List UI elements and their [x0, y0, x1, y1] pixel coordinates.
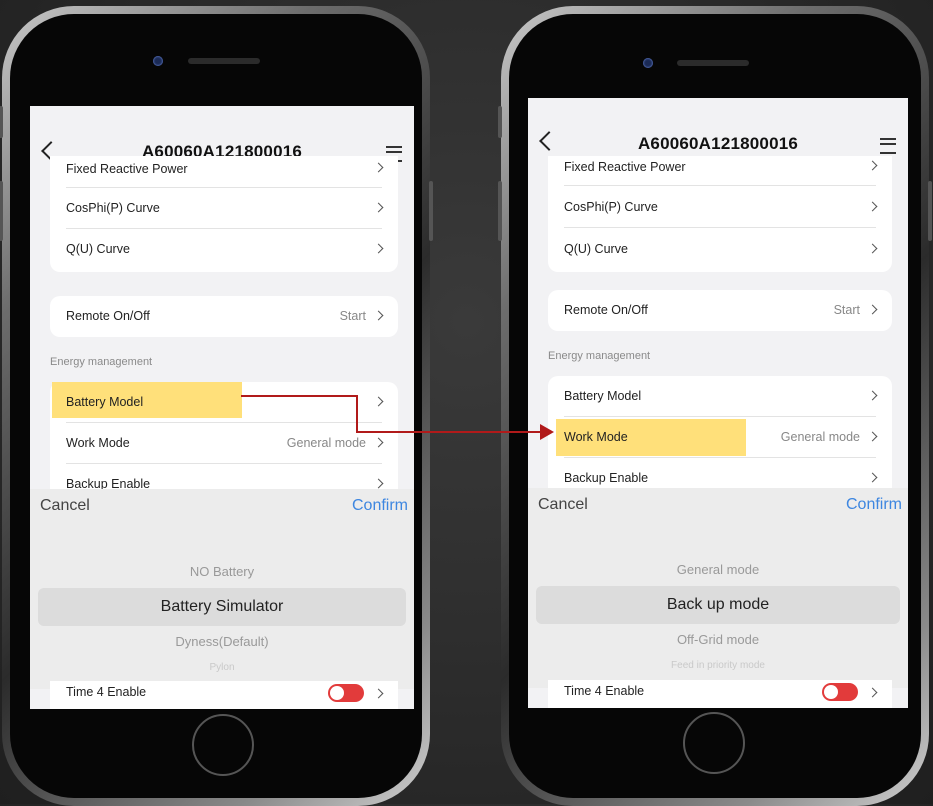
row-work-mode[interactable]: Work Mode General mode: [548, 417, 892, 458]
picker-option-selected[interactable]: Back up mode: [528, 596, 908, 614]
row-value: General mode: [780, 430, 860, 444]
section-header-energy: Energy management: [50, 356, 153, 368]
picker-option[interactable]: Feed in priority mode: [528, 660, 908, 671]
side-button: [0, 106, 3, 138]
chevron-right-icon: [867, 472, 878, 483]
side-button: [498, 106, 502, 138]
picker-option[interactable]: Pylon: [30, 662, 414, 673]
row-label: Q(U) Curve: [564, 242, 628, 256]
front-camera: [153, 56, 163, 66]
side-button: [928, 181, 932, 241]
remote-card: Remote On/Off Start: [548, 290, 892, 331]
side-button: [498, 181, 502, 241]
left-phone: A60060A121800016 Fixed Reactive Power Co…: [0, 6, 433, 806]
settings-card-grid: Fixed Reactive Power CosPhi(P) Curve Q(U…: [548, 156, 892, 272]
time4-card: Time 4 Enable: [548, 680, 892, 708]
chevron-right-icon: [867, 687, 878, 698]
section-header-energy: Energy management: [548, 350, 651, 362]
chevron-right-icon: [867, 390, 878, 401]
chevron-right-icon: [867, 304, 878, 315]
side-button: [0, 181, 3, 241]
earpiece-speaker: [188, 58, 260, 64]
picker-option[interactable]: Dyness(Default): [30, 634, 414, 649]
row-label: Q(U) Curve: [66, 242, 130, 256]
chevron-right-icon: [867, 243, 878, 254]
chevron-right-icon: [373, 243, 384, 254]
row-remote-onoff[interactable]: Remote On/Off Start: [50, 296, 398, 337]
arrowhead: [540, 424, 554, 440]
home-button[interactable]: [683, 712, 745, 774]
row-label: Time 4 Enable: [564, 684, 645, 698]
row-label: Fixed Reactive Power: [66, 162, 188, 176]
row-label: CosPhi(P) Curve: [66, 201, 160, 215]
row-cosphi-curve[interactable]: CosPhi(P) Curve: [50, 188, 398, 229]
earpiece-speaker: [677, 60, 749, 66]
chevron-right-icon: [867, 431, 878, 442]
row-label: Battery Model: [66, 395, 144, 409]
remote-card: Remote On/Off Start: [50, 296, 398, 337]
toggle-switch-icon[interactable]: [822, 683, 858, 701]
front-camera: [643, 58, 653, 68]
chevron-right-icon: [373, 688, 384, 699]
row-label: Battery Model: [564, 389, 642, 403]
chevron-right-icon: [867, 201, 878, 212]
row-label: Work Mode: [66, 436, 130, 450]
row-cosphi-curve[interactable]: CosPhi(P) Curve: [548, 187, 892, 228]
row-label: Remote On/Off: [66, 309, 150, 323]
chevron-right-icon: [373, 478, 384, 489]
arrow-segment: [241, 395, 358, 397]
app-screen: A60060A121800016 Fixed Reactive Power Co…: [528, 98, 908, 708]
row-fixed-reactive-power[interactable]: Fixed Reactive Power: [548, 148, 892, 186]
row-label: CosPhi(P) Curve: [564, 200, 658, 214]
row-label: Time 4 Enable: [66, 685, 147, 699]
energy-card: Battery Model Work Mode General mode Bac…: [548, 376, 892, 506]
row-work-mode[interactable]: Work Mode General mode: [50, 423, 398, 464]
picker-option[interactable]: NO Battery: [30, 564, 414, 579]
picker-sheet: Cancel Confirm General mode Back up mode…: [528, 488, 908, 688]
chevron-right-icon: [373, 162, 384, 173]
picker-option[interactable]: Off-Grid mode: [528, 632, 908, 647]
cancel-button[interactable]: Cancel: [538, 496, 588, 514]
arrow-segment: [356, 431, 542, 433]
chevron-right-icon: [373, 202, 384, 213]
row-label: Fixed Reactive Power: [564, 160, 686, 174]
picker-option-selected[interactable]: Battery Simulator: [30, 598, 414, 616]
picker-option[interactable]: General mode: [528, 562, 908, 577]
right-phone: A60060A121800016 Fixed Reactive Power Co…: [498, 6, 932, 806]
chevron-right-icon: [373, 310, 384, 321]
time4-card: Time 4 Enable: [50, 681, 398, 709]
confirm-button[interactable]: Confirm: [846, 496, 902, 514]
row-divider: [564, 185, 876, 186]
row-qu-curve[interactable]: Q(U) Curve: [50, 229, 398, 270]
row-qu-curve[interactable]: Q(U) Curve: [548, 229, 892, 270]
row-value: General mode: [286, 436, 366, 450]
row-fixed-reactive-power[interactable]: Fixed Reactive Power: [50, 150, 398, 188]
settings-card-grid: Fixed Reactive Power CosPhi(P) Curve Q(U…: [50, 156, 398, 272]
row-value: Start: [833, 303, 860, 317]
chevron-right-icon: [373, 437, 384, 448]
row-battery-model[interactable]: Battery Model: [548, 376, 892, 417]
toggle-switch-icon[interactable]: [328, 684, 364, 702]
cancel-button[interactable]: Cancel: [40, 497, 90, 515]
chevron-right-icon: [867, 160, 878, 171]
row-value: Start: [339, 309, 366, 323]
row-remote-onoff[interactable]: Remote On/Off Start: [548, 290, 892, 331]
arrow-segment: [356, 395, 358, 433]
picker-sheet: Cancel Confirm NO Battery Battery Simula…: [30, 489, 414, 689]
home-button[interactable]: [192, 714, 254, 776]
row-label: Work Mode: [564, 430, 628, 444]
confirm-button[interactable]: Confirm: [352, 497, 408, 515]
chevron-right-icon: [373, 396, 384, 407]
row-battery-model[interactable]: Battery Model: [50, 382, 398, 423]
row-label: Remote On/Off: [564, 303, 648, 317]
row-divider: [564, 227, 876, 228]
side-button: [429, 181, 433, 241]
